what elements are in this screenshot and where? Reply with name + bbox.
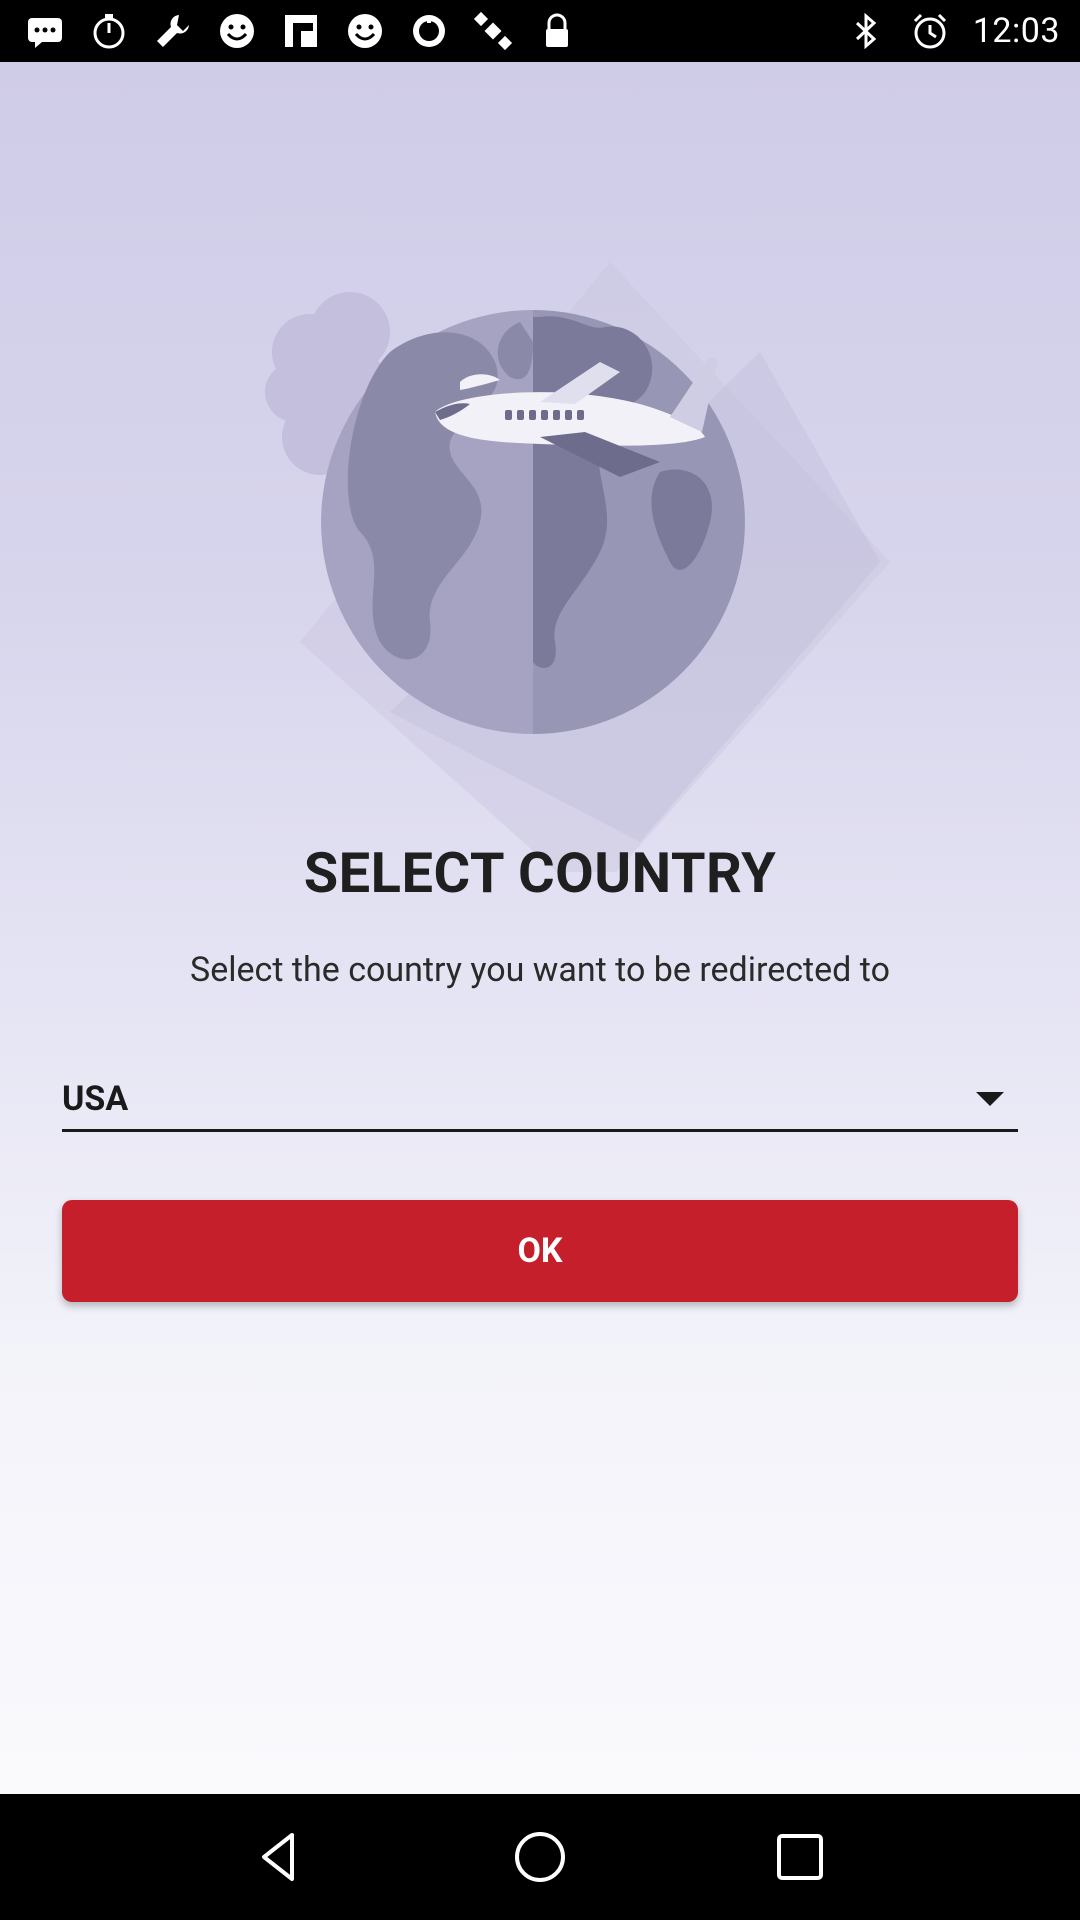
status-bar-system: 12:03 xyxy=(845,10,1060,52)
alarm-icon xyxy=(909,10,951,52)
bluetooth-icon xyxy=(845,10,887,52)
wrench-icon xyxy=(152,10,194,52)
back-icon[interactable] xyxy=(245,1822,315,1892)
globe-airplane-illustration xyxy=(240,232,900,902)
clock: 12:03 xyxy=(972,11,1060,51)
page-subtitle: Select the country you want to be redire… xyxy=(190,950,890,990)
country-dropdown[interactable]: USA xyxy=(62,1068,1018,1132)
ok-button[interactable]: OK xyxy=(62,1200,1018,1302)
home-icon[interactable] xyxy=(505,1822,575,1892)
lock-icon xyxy=(536,10,578,52)
satellite-icon xyxy=(472,10,514,52)
status-bar-notifications xyxy=(24,10,578,52)
smiley-icon xyxy=(216,10,258,52)
chat-icon xyxy=(24,10,66,52)
navigation-bar xyxy=(0,1794,1080,1920)
timer-icon xyxy=(88,10,130,52)
smiley-icon xyxy=(344,10,386,52)
timer-icon xyxy=(408,10,450,52)
page-title: SELECT COUNTRY xyxy=(303,840,777,906)
flipboard-icon xyxy=(280,10,322,52)
dropdown-arrow-icon xyxy=(976,1091,1004,1106)
select-country-screen: SELECT COUNTRY Select the country you wa… xyxy=(0,62,1080,1794)
country-dropdown-value: USA xyxy=(62,1078,129,1119)
status-bar: 12:03 xyxy=(0,0,1080,62)
recents-icon[interactable] xyxy=(765,1822,835,1892)
